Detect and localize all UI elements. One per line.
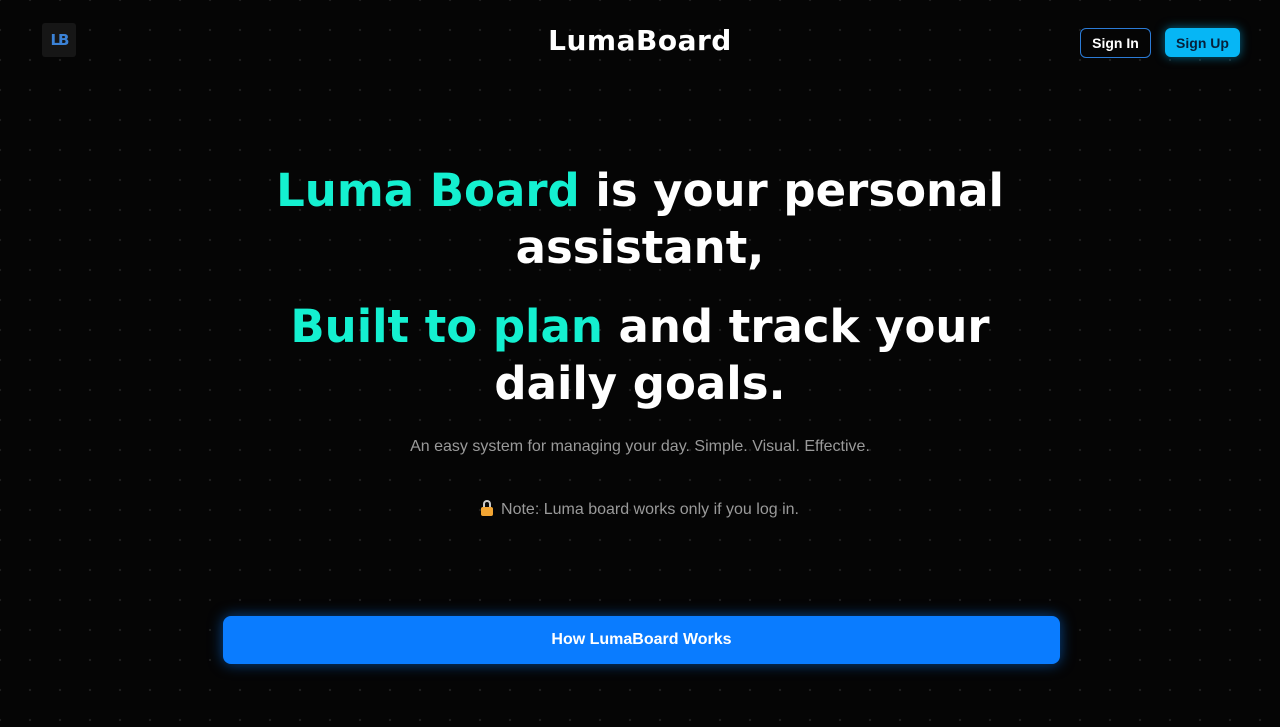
headline-accent-1: Luma Board bbox=[276, 164, 580, 217]
login-note: Note: Luma board works only if you log i… bbox=[0, 500, 1280, 519]
headline-line-2: Built to plan and track your daily goals… bbox=[240, 298, 1040, 412]
how-it-works-button[interactable]: How LumaBoard Works bbox=[223, 616, 1060, 664]
headline-rest-1: is your personal assistant, bbox=[515, 164, 1004, 274]
headline-accent-2: Built to plan bbox=[290, 300, 603, 353]
sign-in-button[interactable]: Sign In bbox=[1080, 28, 1151, 58]
sign-up-button[interactable]: Sign Up bbox=[1165, 28, 1240, 57]
headline-line-1: Luma Board is your personal assistant, bbox=[240, 162, 1040, 276]
lock-icon bbox=[481, 500, 494, 516]
hero-subtitle: An easy system for managing your day. Si… bbox=[410, 438, 870, 455]
login-note-text: Note: Luma board works only if you log i… bbox=[501, 501, 799, 518]
